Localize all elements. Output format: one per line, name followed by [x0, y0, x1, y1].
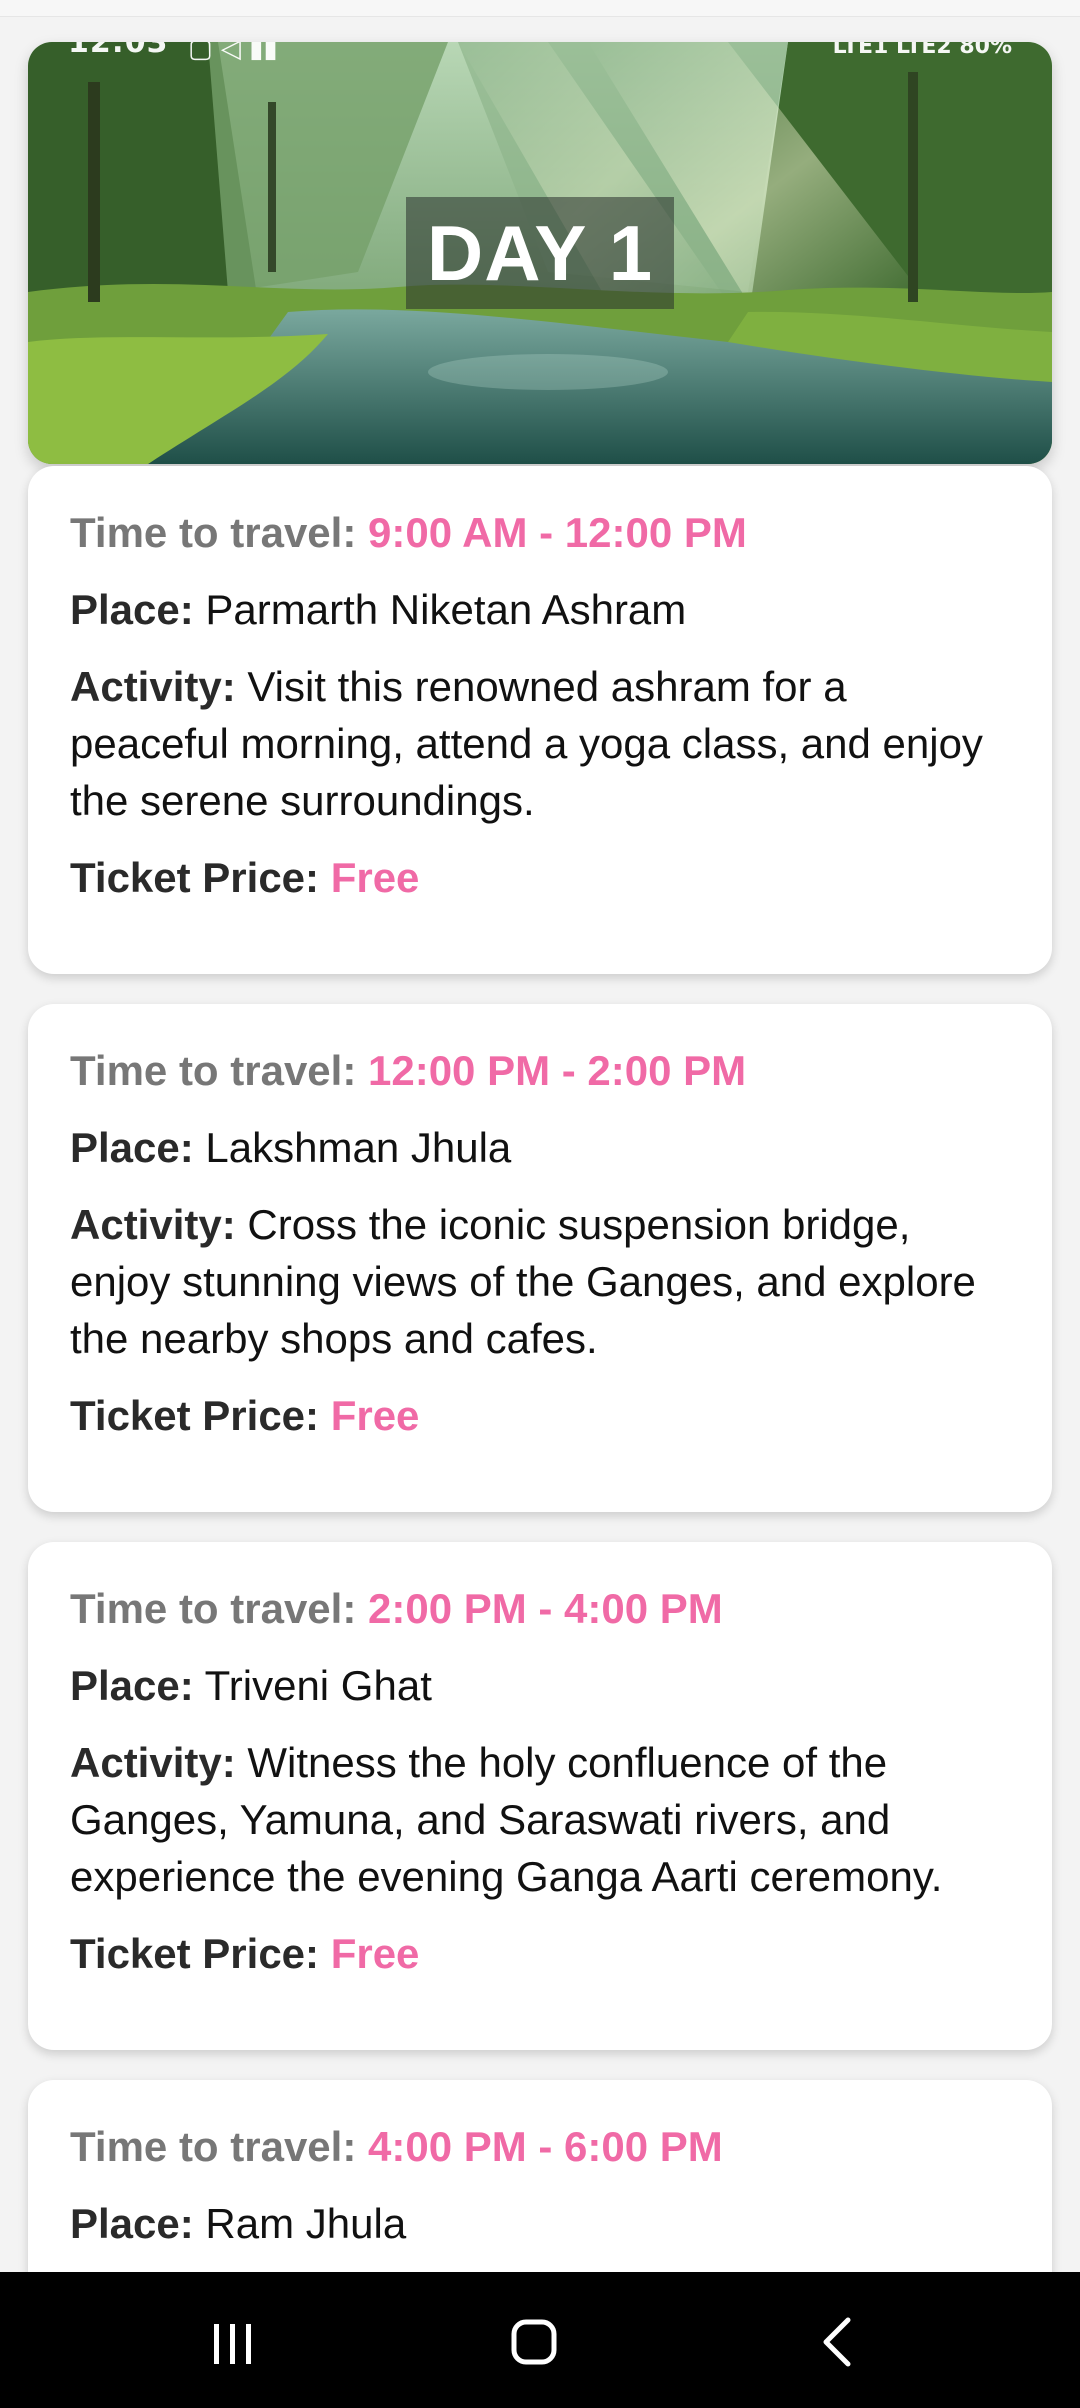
place-value: Lakshman Jhula: [205, 1124, 512, 1171]
ticket-price-row: Ticket Price: Free: [70, 849, 1010, 906]
place-label: Place:: [70, 2200, 194, 2247]
activity-row: Activity: Witness the holy confluence of…: [70, 1734, 1010, 1905]
place-row: Place: Triveni Ghat: [70, 1657, 1010, 1714]
home-icon: [511, 2319, 557, 2365]
activity-row: Activity: Visit this renowned ashram for…: [70, 658, 1010, 829]
travel-time-row: Time to travel: 9:00 AM - 12:00 PM: [70, 504, 1010, 561]
recents-icon: [214, 2324, 251, 2364]
travel-time-label: Time to travel:: [70, 2123, 357, 2170]
place-value: Triveni Ghat: [204, 1662, 432, 1709]
activity-label: Activity:: [70, 663, 236, 710]
home-button[interactable]: [490, 2306, 580, 2376]
status-bar: 12:03 ▢ ◁ ▮▮ LTE1 LTE2 80%: [28, 42, 1052, 76]
itinerary-card-3: Time to travel: 2:00 PM - 4:00 PM Place:…: [28, 1542, 1052, 2050]
screen: 12:03 ▢ ◁ ▮▮ LTE1 LTE2 80% DAY 1 Time to…: [0, 0, 1080, 2408]
itinerary-card-1: Time to travel: 9:00 AM - 12:00 PM Place…: [28, 466, 1052, 974]
place-value: Ram Jhula: [205, 2200, 407, 2247]
travel-time-label: Time to travel:: [70, 1585, 357, 1632]
place-label: Place:: [70, 1662, 194, 1709]
activity-label: Activity:: [70, 1201, 236, 1248]
system-navigation-bar: [0, 2272, 1080, 2408]
travel-time-value: 2:00 PM - 4:00 PM: [367, 1585, 723, 1632]
ticket-price-row: Ticket Price: Free: [70, 1387, 1010, 1444]
ticket-price-value: Free: [330, 1392, 420, 1439]
status-time: 12:03: [68, 42, 169, 60]
travel-time-row: Time to travel: 2:00 PM - 4:00 PM: [70, 1580, 1010, 1637]
day-title: DAY 1: [406, 197, 674, 309]
ticket-price-row: Ticket Price: Free: [70, 1925, 1010, 1982]
ticket-price-label: Ticket Price:: [70, 1930, 320, 1977]
top-strip: [0, 0, 1080, 17]
place-row: Place: Lakshman Jhula: [70, 1119, 1010, 1176]
travel-time-row: Time to travel: 12:00 PM - 2:00 PM: [70, 1042, 1010, 1099]
place-row: Place: Ram Jhula: [70, 2195, 1010, 2252]
itinerary-card-2: Time to travel: 12:00 PM - 2:00 PM Place…: [28, 1004, 1052, 1512]
place-row: Place: Parmarth Niketan Ashram: [70, 581, 1010, 638]
back-button[interactable]: [792, 2306, 882, 2376]
ticket-price-label: Ticket Price:: [70, 1392, 320, 1439]
notification-icon: ▢ ◁ ▮▮: [188, 42, 278, 64]
ticket-price-label: Ticket Price:: [70, 854, 320, 901]
travel-time-label: Time to travel:: [70, 1047, 357, 1094]
place-label: Place:: [70, 586, 194, 633]
recents-button[interactable]: [188, 2306, 278, 2376]
travel-time-value: 12:00 PM - 2:00 PM: [367, 1047, 747, 1094]
travel-time-value: 4:00 PM - 6:00 PM: [367, 2123, 723, 2170]
travel-time-value: 9:00 AM - 12:00 PM: [367, 509, 747, 556]
activity-row: Activity: Cross the iconic suspension br…: [70, 1196, 1010, 1367]
travel-time-row: Time to travel: 4:00 PM - 6:00 PM: [70, 2118, 1010, 2175]
place-value: Parmarth Niketan Ashram: [205, 586, 687, 633]
back-icon: [823, 2317, 851, 2367]
ticket-price-value: Free: [330, 1930, 420, 1977]
travel-time-label: Time to travel:: [70, 509, 357, 556]
place-label: Place:: [70, 1124, 194, 1171]
activity-label: Activity:: [70, 1739, 236, 1786]
ticket-price-value: Free: [330, 854, 420, 901]
status-right-text: LTE1 LTE2 80%: [832, 42, 1012, 59]
